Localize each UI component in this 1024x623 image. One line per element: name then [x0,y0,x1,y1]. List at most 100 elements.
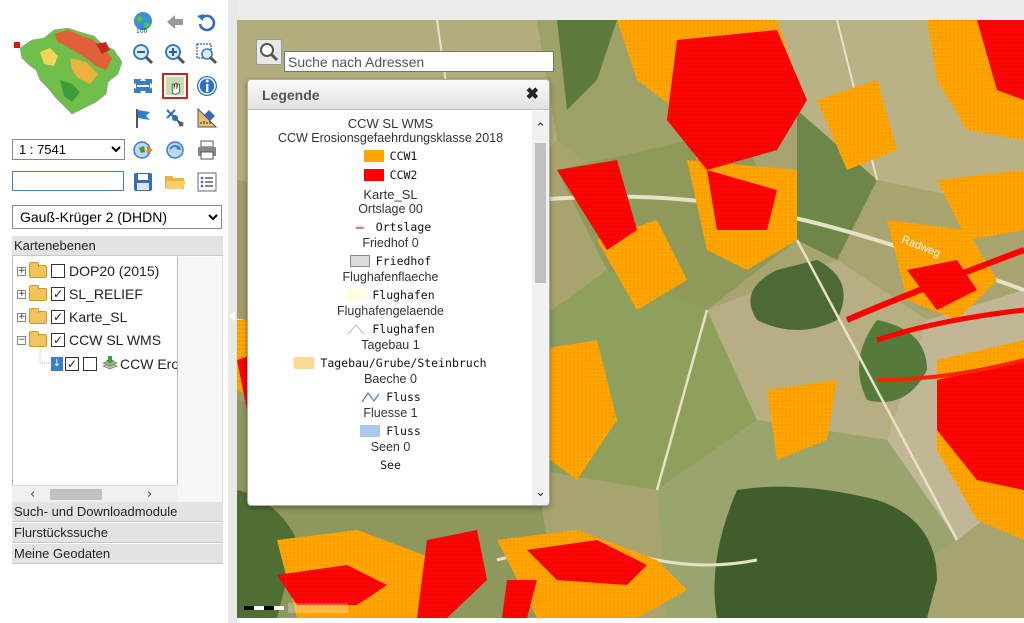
expand-toggle[interactable]: + [17,312,26,322]
pan-icon[interactable] [130,73,156,99]
legend-entry-flughafen-area: Flughafen [248,285,533,304]
save-icon[interactable] [130,169,156,195]
legend-title: Legende [262,87,320,103]
sublayer-row-ccw[interactable]: ↓ ✓ CCW Erosionsgefaehrdungsklasse 2018 [51,353,178,375]
panel-splitter[interactable] [228,0,237,623]
layer-checkbox[interactable]: ✓ [51,333,65,347]
expand-toggle[interactable]: + [17,289,26,299]
printer-icon[interactable] [194,137,220,163]
legend-group-flughafenflaeche: Flughafenflaeche [342,270,439,284]
scroll-up-icon[interactable]: ⌃ [535,121,546,136]
ortslage-icon: ▬ [349,220,370,233]
legend-service: CCW SL WMS [347,116,434,131]
cemetery-icon [349,254,370,267]
flughafen-line-label: Flughafen [372,321,435,336]
ccw2-swatch [363,168,384,181]
legend-entry-ccw2: CCW2 [248,165,533,184]
legend-entry-friedhof: Friedhof [248,251,533,270]
tree-connector [39,341,51,364]
layer-label: SL_RELIEF [69,286,143,302]
layer-checkbox[interactable]: ✓ [51,310,65,324]
my-geodata-panel-header[interactable]: Meine Geodaten [12,544,223,564]
ruler-icon[interactable] [194,105,220,131]
airport-area-swatch [346,288,367,301]
layer-label: CCW SL WMS [69,332,162,348]
refresh-icon[interactable] [162,137,188,163]
scroll-right-icon[interactable]: › [147,486,152,503]
back-arrow-icon[interactable] [162,9,188,35]
legend-entry-ccw1: CCW1 [248,146,533,165]
parcel-search-panel-header[interactable]: Flurstückssuche [12,523,223,543]
tagebau-swatch [294,356,315,369]
legend-window: Legende ✖ CCW SL WMS CCW Erosionsgefaehr… [247,79,550,506]
sublayer-checkbox[interactable]: ✓ [65,357,79,371]
ccw1-swatch [363,149,384,162]
fluss-line-label: Fluss [386,389,421,404]
sublayer-label: CCW Erosionsgefaehrdungsklasse 2018 [120,356,178,372]
folder-icon [29,284,47,301]
legend-group-flughafengelaende: Flughafengelaende [336,304,445,318]
scroll-down-icon[interactable]: ⌄ [535,485,546,500]
zoom-in-icon[interactable] [162,41,188,67]
print-preview-icon[interactable] [130,137,156,163]
open-folder-icon[interactable] [162,169,188,195]
ccw1-label: CCW1 [389,148,418,163]
select-hand-icon[interactable] [162,73,188,99]
legend-group-ortslage: Ortslage 00 [358,202,423,216]
legend-body: CCW SL WMS CCW Erosionsgefaehrdungsklass… [248,111,533,505]
measure-icon[interactable] [162,105,188,131]
legend-entry-fluss-area: Fluss [248,421,533,440]
legend-entry-fluss-line: Fluss [248,387,533,406]
expand-toggle[interactable]: + [17,266,26,276]
layer-row-karte-sl[interactable]: + ✓ Karte_SL [17,306,127,328]
layer-label: Karte_SL [69,309,128,325]
layer-checkbox[interactable]: ✓ [51,287,65,301]
list-icon[interactable] [194,169,220,195]
close-icon[interactable]: ✖ [526,80,539,110]
undo-icon[interactable] [194,9,220,35]
legend-scrollbar[interactable]: ⌃ ⌄ [532,111,549,505]
scale-select[interactable]: 1 : 7541 [12,139,125,160]
flughafen-area-label: Flughafen [372,287,435,302]
layer-row-dop20[interactable]: + DOP20 (2015) [17,260,159,282]
river-line-icon [361,391,380,402]
river-area-swatch [360,424,381,437]
flag-icon[interactable] [130,105,156,131]
scroll-thumb[interactable] [50,489,102,500]
info-icon[interactable] [194,73,220,99]
overview-map[interactable] [10,18,130,118]
map-top-strip [237,0,1024,20]
layer-checkbox[interactable] [51,264,65,278]
layer-label: DOP20 (2015) [69,263,160,279]
coordinate-input[interactable] [12,171,124,191]
see-label: See [380,457,401,472]
tagebau-label: Tagebau/Grube/Steinbruch [320,355,487,370]
zoom-box-icon[interactable] [194,41,220,67]
collapse-toggle[interactable]: − [17,335,26,345]
search-download-panel-header[interactable]: Such- und Downloadmodule [12,502,223,522]
globe-icon[interactable]: 100 [130,9,156,35]
legend-scroll-thumb[interactable] [535,143,546,283]
friedhof-label: Friedhof [375,253,432,268]
layers-panel-header[interactable]: Kartenebenen [12,236,223,256]
legend-group-seen: Seen 0 [370,440,411,454]
layer-tree: + DOP20 (2015) + ✓ SL_RELIEF + ✓ Karte_S… [12,257,178,502]
legend-header[interactable]: Legende ✖ [248,80,549,110]
scroll-left-icon[interactable]: ‹ [30,486,35,503]
ccw2-label: CCW2 [389,167,418,182]
airport-line-icon [347,323,365,334]
sublayer-query-checkbox[interactable] [83,357,97,371]
projection-select[interactable]: Gauß-Krüger 2 (DHDN) [12,205,222,229]
ortslage-label: Ortslage [375,219,432,234]
legend-group-friedhof: Friedhof 0 [362,236,419,250]
left-panel: 100 1 : 7541 Gauß-Krüger 2 (DHDN) Karten… [0,0,228,623]
legend-group-tagebau: Tagebau 1 [361,338,420,352]
zoom-out-icon[interactable] [130,41,156,67]
address-search-button[interactable] [256,39,282,65]
fluss-area-label: Fluss [386,423,421,438]
address-search-input[interactable] [284,51,554,72]
tree-horizontal-scrollbar[interactable]: ‹ › [12,485,178,502]
layer-tree-side [178,257,223,502]
collapse-arrow-icon[interactable] [229,311,235,321]
layer-row-sl-relief[interactable]: + ✓ SL_RELIEF [17,283,143,305]
